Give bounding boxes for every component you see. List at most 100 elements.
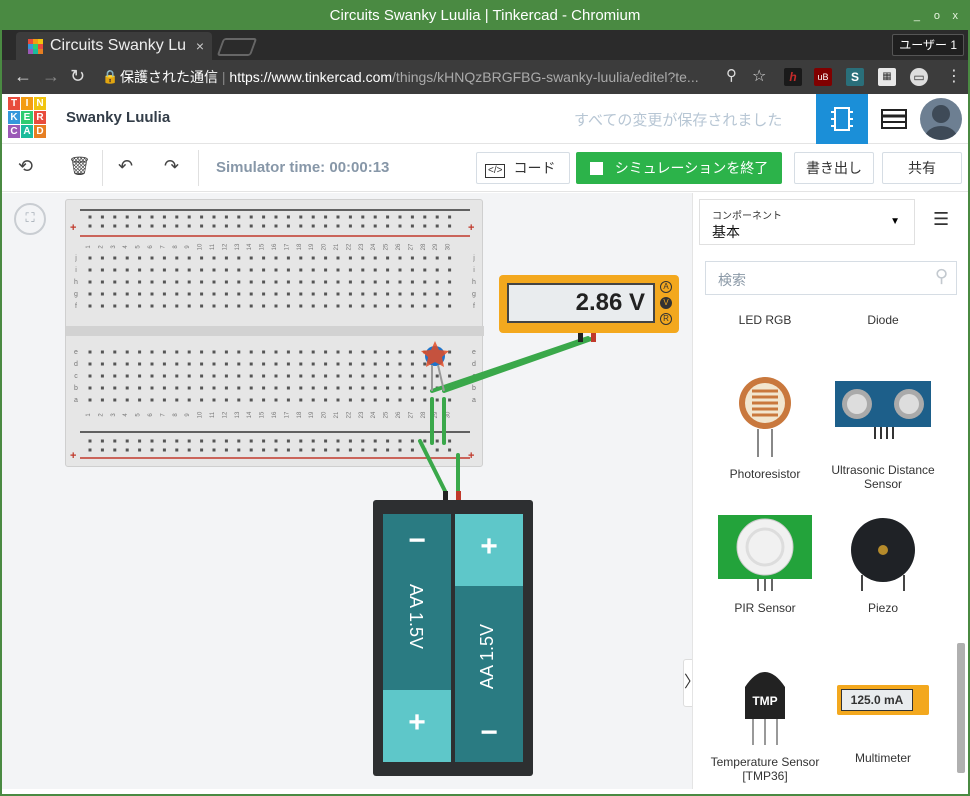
breadboard-hole — [311, 280, 315, 284]
breadboard-hole — [373, 292, 377, 296]
tab-close-icon[interactable]: × — [196, 32, 204, 60]
component-multimeter[interactable]: 125.0 mA Multimeter — [823, 685, 943, 765]
avatar[interactable] — [920, 98, 962, 140]
breadboard-hole — [249, 304, 253, 308]
component-search-input[interactable]: 検索 ⚲ — [705, 261, 957, 295]
multimeter-probe-black — [578, 333, 583, 342]
save-status: すべての変更が保存されました — [574, 112, 783, 129]
breadboard-hole — [324, 215, 328, 219]
breadboard-hole — [386, 448, 390, 452]
schematic-list-view-button[interactable] — [868, 94, 920, 144]
breadboard-hole — [299, 292, 303, 296]
scrollbar-thumb[interactable] — [957, 643, 965, 773]
menu-kebab-icon[interactable]: ⋮ — [946, 66, 962, 86]
breadboard-hole — [336, 268, 340, 272]
qr-icon[interactable]: ▦ — [878, 68, 896, 86]
breadboard-hole — [162, 374, 166, 378]
circuit-canvas[interactable]: ⛶ 1 1 2 2 3 3 4 4 5 5 6 6 7 7 8 8 9 9 10 10 11 11 12 12 13 13 14 14… — [2, 193, 692, 789]
rotate-icon[interactable]: ⟲ — [18, 156, 33, 177]
mode-resistance-icon[interactable]: R — [660, 313, 672, 325]
component-diode[interactable]: Diode — [823, 313, 943, 327]
reload-icon[interactable]: ↻ — [70, 66, 85, 87]
breadboard-hole — [386, 439, 390, 443]
mode-voltage-icon[interactable]: V — [660, 297, 672, 309]
component-piezo[interactable]: Piezo — [823, 515, 943, 615]
breadboard-hole — [274, 292, 278, 296]
breadboard-hole — [262, 386, 266, 390]
breadboard-hole — [138, 362, 142, 366]
piezo-icon — [848, 515, 918, 591]
breadboard-hole — [150, 398, 154, 402]
breadboard-hole — [138, 268, 142, 272]
breadboard-hole — [175, 386, 179, 390]
mode-current-icon[interactable]: A — [660, 281, 672, 293]
chat-icon[interactable]: ▭ — [910, 68, 928, 86]
breadboard-hole — [361, 350, 365, 354]
breadboard-hole — [274, 256, 278, 260]
tab-strip: Circuits Swanky Lu × ユーザー 1 — [2, 30, 968, 60]
undo-icon[interactable]: ↶ — [118, 156, 133, 177]
panel-toggle-chevron-icon[interactable]: 〉 — [683, 659, 692, 707]
tinkercad-logo[interactable]: TIN KER CAD — [8, 97, 46, 138]
component-temperature-sensor[interactable]: TMP Temperature Sensor [TMP36] — [705, 663, 825, 783]
multimeter-component[interactable]: 2.86 V A V R — [499, 275, 679, 333]
component-category-dropdown[interactable]: コンポーネント 基本 ▼ — [699, 199, 915, 245]
breadboard-hole — [361, 215, 365, 219]
component-photoresistor[interactable]: Photoresistor — [705, 373, 825, 481]
breadboard-hole — [299, 386, 303, 390]
minus-sign: − — [480, 716, 498, 749]
plus-sign: + — [480, 530, 498, 563]
new-tab-button[interactable] — [216, 38, 258, 56]
redo-icon[interactable]: ↷ — [164, 156, 179, 177]
breadboard-hole — [423, 304, 427, 308]
fit-view-icon[interactable]: ⛶ — [14, 203, 46, 235]
breadboard-hole — [361, 386, 365, 390]
tinkercad-favicon-icon — [28, 39, 43, 54]
column-number: 8 — [173, 413, 179, 417]
bookmark-star-icon[interactable]: ☆ — [752, 66, 766, 86]
share-button[interactable]: 共有 — [882, 152, 962, 184]
breadboard-hole — [200, 448, 204, 452]
breadboard[interactable]: 1 1 2 2 3 3 4 4 5 5 6 6 7 7 8 8 9 9 10 10 11 11 12 12 13 13 14 14 15… — [65, 199, 484, 467]
stop-simulation-button[interactable]: シミュレーションを終了 — [576, 152, 782, 184]
back-arrow-icon[interactable]: ← — [14, 66, 32, 87]
ublock-icon[interactable]: uB — [814, 68, 832, 86]
breadboard-hole — [113, 362, 117, 366]
address-bar[interactable]: 🔒 保護された通信 | https://www.tinkercad.com/th… — [98, 64, 774, 90]
component-led-rgb[interactable]: LED RGB — [705, 313, 825, 327]
maximize-button[interactable]: o — [934, 2, 940, 30]
breadboard-hole — [138, 224, 142, 228]
circuit-view-button[interactable] — [816, 94, 868, 144]
breadboard-hole — [398, 439, 402, 443]
breadboard-hole — [113, 256, 117, 260]
breadboard-hole — [138, 215, 142, 219]
forward-arrow-icon[interactable]: → — [42, 66, 60, 87]
list-view-icon[interactable]: ☰ — [933, 209, 949, 230]
breadboard-hole — [100, 398, 104, 402]
breadboard-hole — [324, 224, 328, 228]
component-pir-sensor[interactable]: PIR Sensor — [705, 513, 825, 615]
minimize-button[interactable]: _ — [914, 2, 920, 30]
project-name[interactable]: Swanky Luulia — [66, 109, 170, 126]
code-button[interactable]: </> コード — [476, 152, 570, 184]
zoom-search-icon[interactable]: ⚲ — [726, 66, 737, 84]
column-number: 17 — [284, 411, 290, 418]
breadboard-hole — [386, 304, 390, 308]
search-placeholder: 検索 — [718, 272, 746, 288]
s-icon[interactable]: S — [846, 68, 864, 86]
component-ultrasonic-distance-sensor[interactable]: Ultrasonic Distance Sensor — [823, 379, 943, 491]
close-window-button[interactable]: x — [953, 2, 959, 30]
panel-scrollbar[interactable] — [957, 303, 965, 773]
battery-pack[interactable]: − AA 1.5V + + AA 1.5V − — [373, 500, 533, 776]
tab-tinkercad[interactable]: Circuits Swanky Lu × — [16, 32, 212, 60]
trash-icon[interactable]: 🗑 — [68, 156, 91, 177]
breadboard-hole — [361, 439, 365, 443]
breadboard-hole — [435, 439, 439, 443]
breadboard-hole — [448, 215, 452, 219]
h-icon[interactable]: h — [784, 68, 802, 86]
profile-button[interactable]: ユーザー 1 — [892, 34, 964, 56]
ultrasonic-sensor-icon — [835, 379, 931, 453]
export-button[interactable]: 書き出し — [794, 152, 874, 184]
breadboard-hole — [150, 439, 154, 443]
breadboard-hole — [361, 448, 365, 452]
